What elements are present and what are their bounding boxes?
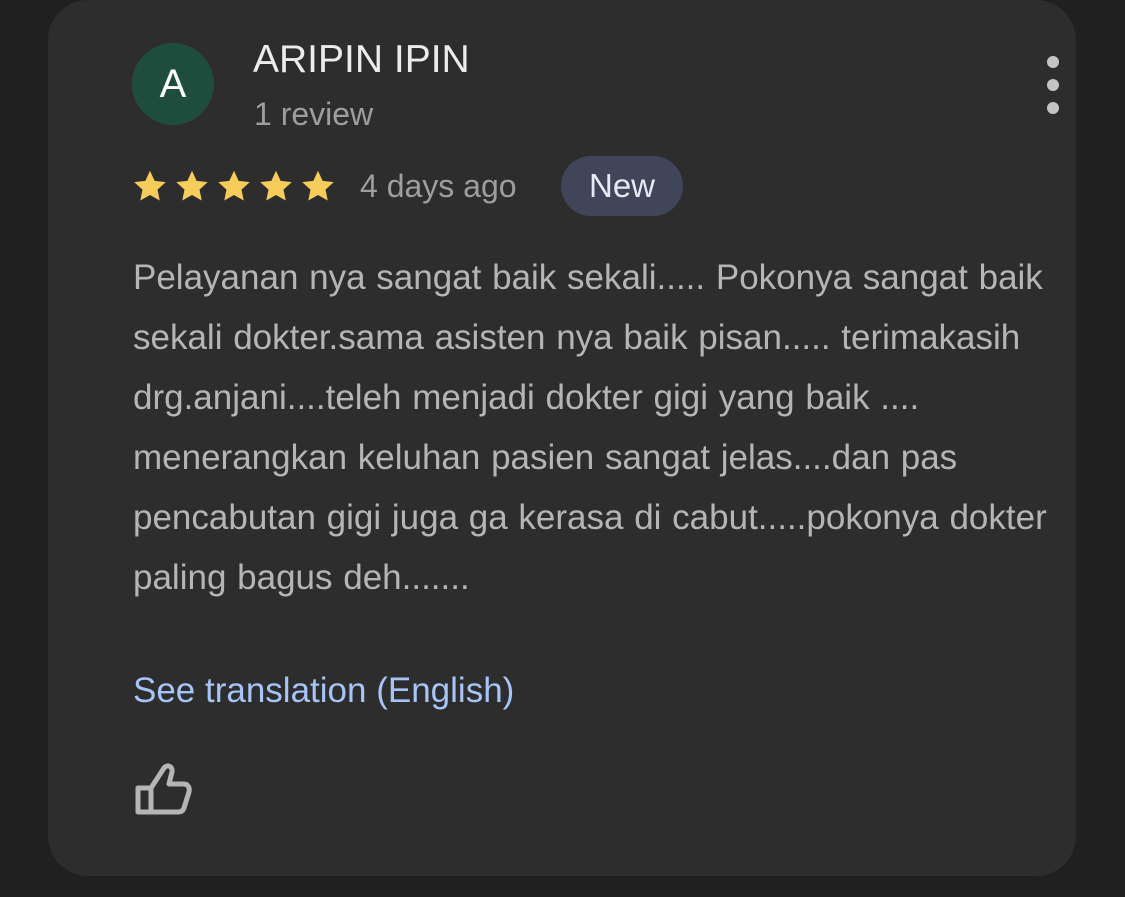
review-card: A ARIPIN IPIN 1 review 4 days ago New Pe… [48, 0, 1076, 876]
star-icon [302, 170, 334, 201]
review-date: 4 days ago [360, 168, 517, 204]
new-badge: New [561, 156, 683, 216]
review-text: Pelayanan nya sangat baik sekali..... Po… [133, 258, 1047, 597]
more-vert-icon-dot [1047, 102, 1059, 114]
thumbs-up-icon [135, 763, 192, 815]
more-vert-icon-dot [1047, 79, 1059, 91]
avatar-initial: A [159, 62, 187, 106]
review-count: 1 review [254, 96, 374, 132]
like-button[interactable] [132, 760, 194, 818]
see-translation-link[interactable]: See translation (English) [133, 668, 514, 714]
star-icon [218, 170, 250, 201]
star-rating [132, 168, 342, 204]
star-icon [176, 170, 208, 201]
avatar[interactable]: A [132, 43, 214, 125]
author-name[interactable]: ARIPIN IPIN [253, 38, 470, 82]
star-icon [260, 170, 292, 201]
more-options-button[interactable] [1033, 56, 1073, 114]
more-vert-icon-dot [1047, 56, 1059, 68]
star-icon [134, 170, 166, 201]
